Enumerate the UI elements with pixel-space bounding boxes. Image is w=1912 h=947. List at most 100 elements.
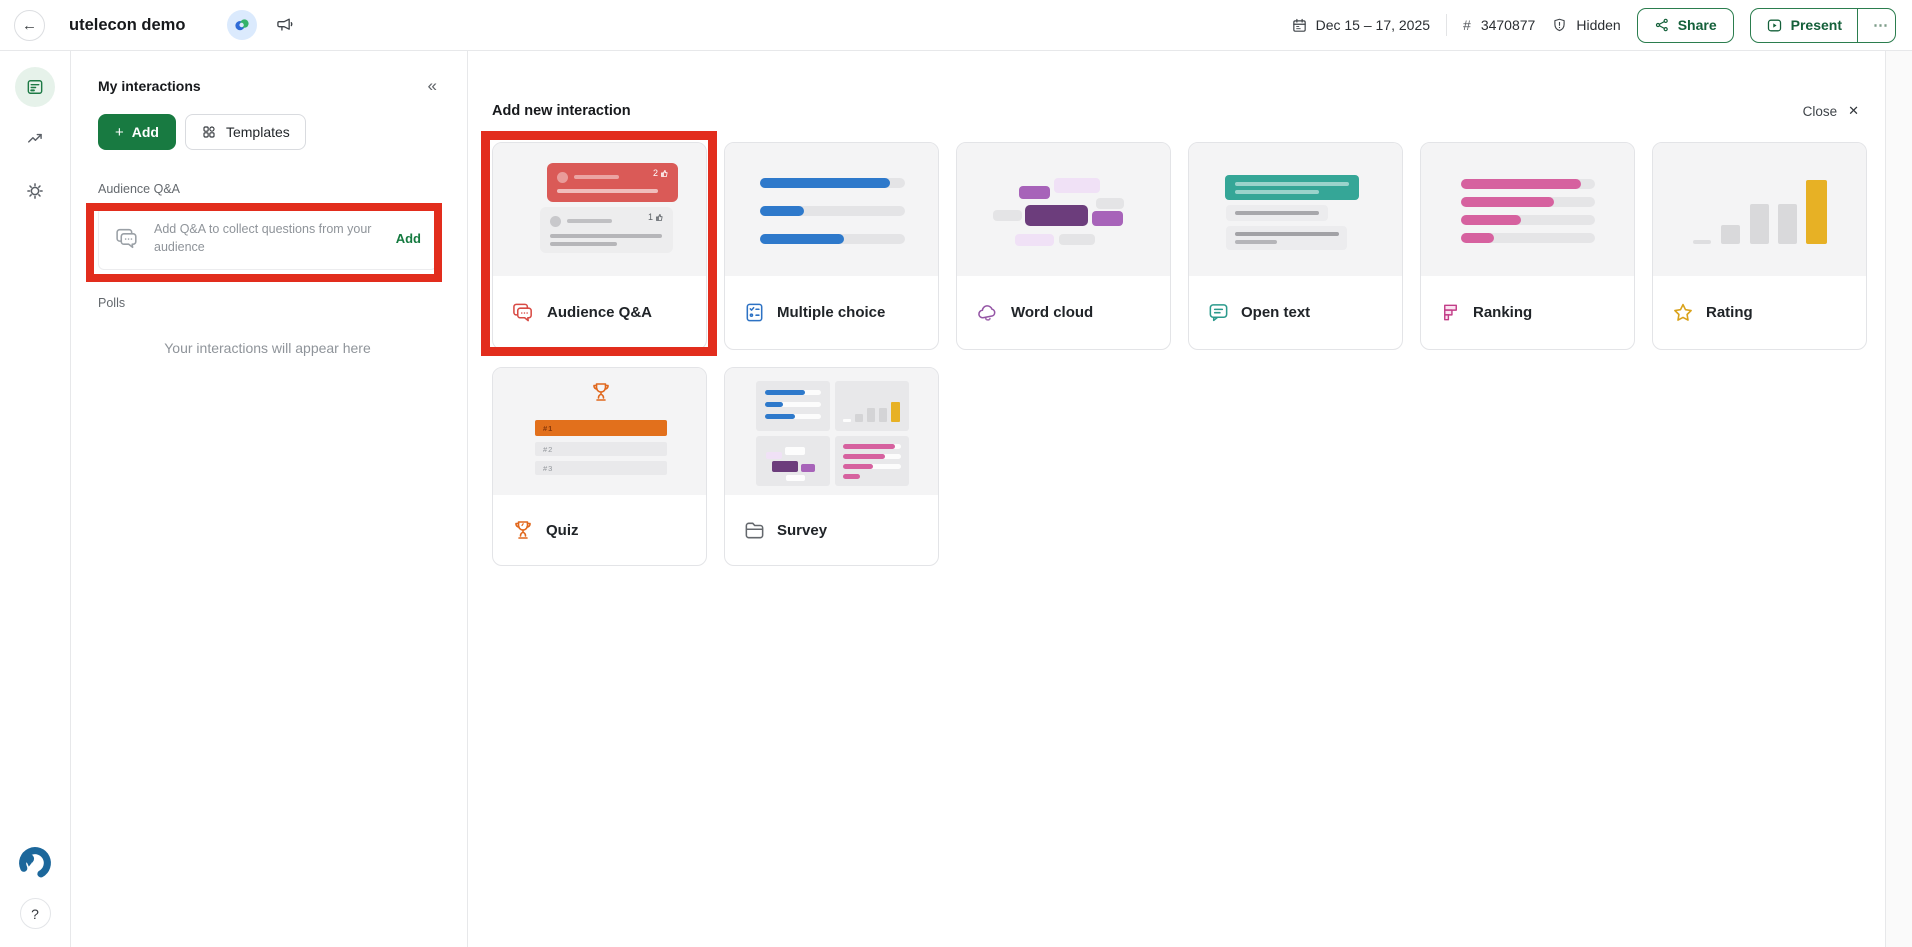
back-button[interactable]: ← xyxy=(14,10,45,41)
event-code-value: 3470877 xyxy=(1481,17,1536,33)
rating-star-icon xyxy=(1671,301,1695,325)
ranking-illustration xyxy=(1421,143,1634,276)
present-button[interactable]: Present xyxy=(1751,9,1857,42)
quiz-illustration: #1 #2 #3 xyxy=(493,368,706,495)
card-ranking[interactable]: Ranking xyxy=(1420,142,1635,350)
card-label: Open text xyxy=(1241,304,1310,321)
quiz-rank-1: #1 xyxy=(543,424,553,433)
more-options-button[interactable]: ⋯ xyxy=(1857,9,1895,42)
qa-section-label: Audience Q&A xyxy=(98,182,437,196)
topbar-right: Dec 15 – 17, 2025 # 3470877 Hidden xyxy=(1291,8,1896,43)
present-label: Present xyxy=(1791,17,1842,33)
rating-illustration xyxy=(1653,143,1866,276)
audience-qa-icon xyxy=(511,301,536,324)
megaphone-icon xyxy=(275,15,295,35)
close-label: Close xyxy=(1803,104,1838,119)
ranking-icon xyxy=(1439,301,1462,324)
card-label: Multiple choice xyxy=(777,304,885,321)
ellipsis-icon: ⋯ xyxy=(1873,16,1889,34)
nav-rail: ? xyxy=(0,51,71,947)
webex-integration-badge[interactable] xyxy=(227,10,257,40)
topbar: ← utelecon demo xyxy=(0,0,1912,51)
webex-icon xyxy=(233,16,251,34)
card-label: Ranking xyxy=(1473,304,1532,321)
help-button[interactable]: ? xyxy=(20,898,51,929)
hash-icon: # xyxy=(1463,17,1471,33)
panel-title: Add new interaction xyxy=(492,103,631,119)
templates-button-label: Templates xyxy=(226,124,290,140)
add-interaction-panel: Add new interaction Close ✕ 2 xyxy=(468,51,1886,947)
thumb-up-icon xyxy=(655,213,664,222)
nav-settings-button[interactable] xyxy=(15,171,55,211)
card-survey[interactable]: Survey xyxy=(724,367,939,566)
quiz-trophy-icon xyxy=(511,518,535,542)
event-dates[interactable]: Dec 15 – 17, 2025 xyxy=(1291,17,1430,34)
trophy-icon-small xyxy=(589,380,613,404)
survey-folder-icon xyxy=(743,519,766,542)
event-date-range: Dec 15 – 17, 2025 xyxy=(1316,17,1430,33)
calendar-icon xyxy=(1291,17,1308,34)
interactions-empty-state: Your interactions will appear here xyxy=(98,340,437,356)
nav-analytics-button[interactable] xyxy=(15,119,55,159)
quiz-rank-2: #2 xyxy=(543,445,553,454)
question-mark-icon: ? xyxy=(31,906,39,922)
polls-section-label: Polls xyxy=(98,296,437,310)
share-label: Share xyxy=(1678,17,1717,33)
qa-upvote-count-1: 2 xyxy=(653,168,658,178)
card-rating[interactable]: Rating xyxy=(1652,142,1867,350)
back-arrow-icon: ← xyxy=(22,17,37,34)
card-label: Quiz xyxy=(546,522,579,539)
card-open-text[interactable]: Open text xyxy=(1188,142,1403,350)
word-cloud-icon xyxy=(975,301,1000,324)
templates-grid-icon xyxy=(201,124,217,140)
share-icon xyxy=(1654,17,1670,33)
close-panel-button[interactable]: Close ✕ xyxy=(1803,103,1859,119)
card-label: Audience Q&A xyxy=(547,304,652,321)
interactions-sidebar: My interactions « + Add Templat xyxy=(71,51,468,947)
gear-icon xyxy=(25,181,45,201)
divider xyxy=(1446,14,1447,36)
double-chevron-left-icon: « xyxy=(428,77,437,94)
card-audience-qa[interactable]: 2 1 xyxy=(492,142,707,350)
templates-button[interactable]: Templates xyxy=(185,114,306,150)
card-multiple-choice[interactable]: Multiple choice xyxy=(724,142,939,350)
thumb-up-icon xyxy=(660,169,669,178)
nav-interactions-button[interactable] xyxy=(15,67,55,107)
interaction-cards-grid: 2 1 xyxy=(492,142,1859,566)
survey-illustration xyxy=(725,368,938,495)
word-cloud-illustration xyxy=(957,143,1170,276)
trending-up-icon xyxy=(25,129,45,149)
announcements-button[interactable] xyxy=(275,15,295,35)
close-icon: ✕ xyxy=(1848,103,1859,119)
open-text-icon xyxy=(1207,301,1230,324)
multiple-choice-illustration xyxy=(725,143,938,276)
add-interaction-button[interactable]: + Add xyxy=(98,114,176,150)
sidebar-title: My interactions xyxy=(98,78,201,94)
chat-bubbles-icon xyxy=(114,226,141,251)
visibility-status[interactable]: Hidden xyxy=(1551,17,1620,34)
interactions-content-icon xyxy=(25,77,45,97)
visibility-label: Hidden xyxy=(1576,17,1620,33)
add-button-label: Add xyxy=(132,124,159,140)
shield-exclamation-icon xyxy=(1551,17,1568,34)
present-button-group: Present ⋯ xyxy=(1750,8,1896,43)
present-play-icon xyxy=(1766,17,1783,34)
card-label: Survey xyxy=(777,522,827,539)
event-code[interactable]: # 3470877 xyxy=(1463,17,1535,33)
event-title: utelecon demo xyxy=(69,16,185,35)
card-quiz[interactable]: #1 #2 #3 xyxy=(492,367,707,566)
card-label: Word cloud xyxy=(1011,304,1093,321)
card-label: Rating xyxy=(1706,304,1753,321)
collapse-sidebar-button[interactable]: « xyxy=(428,77,437,94)
qa-suggestion-text: Add Q&A to collect questions from your a… xyxy=(154,221,383,256)
plus-icon: + xyxy=(115,124,124,141)
slido-logo xyxy=(16,844,54,882)
qa-suggestion-add-button[interactable]: Add xyxy=(396,231,421,246)
audience-qa-illustration: 2 1 xyxy=(493,143,706,276)
open-text-illustration xyxy=(1189,143,1402,276)
card-word-cloud[interactable]: Word cloud xyxy=(956,142,1171,350)
qa-suggestion-card[interactable]: Add Q&A to collect questions from your a… xyxy=(98,207,437,270)
share-button[interactable]: Share xyxy=(1637,8,1734,43)
multiple-choice-icon xyxy=(743,301,766,324)
qa-upvote-count-2: 1 xyxy=(648,212,653,222)
